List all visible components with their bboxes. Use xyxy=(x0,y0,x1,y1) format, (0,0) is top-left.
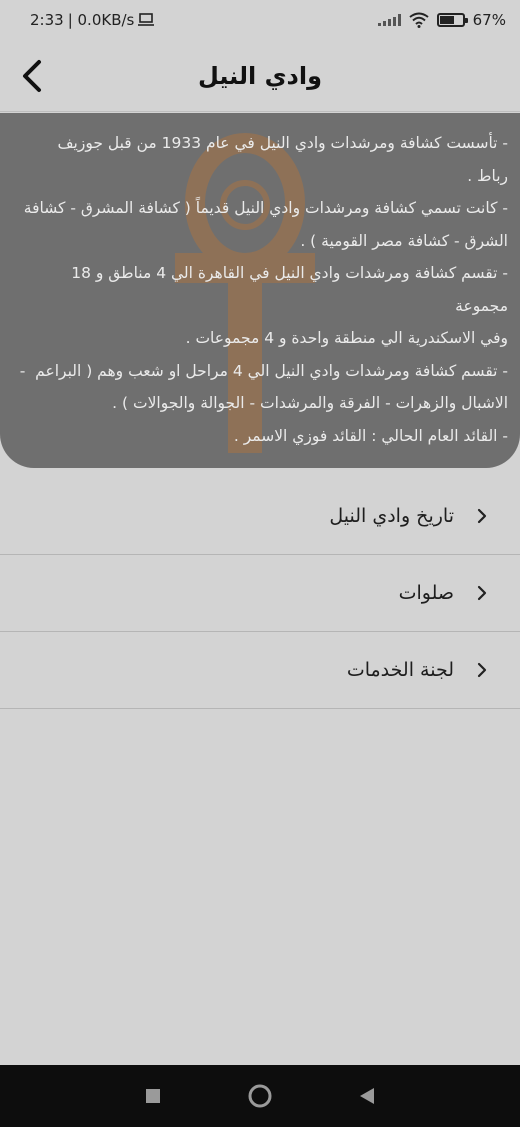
back-button[interactable] xyxy=(10,52,54,100)
chevron-left-icon xyxy=(23,60,41,92)
square-icon xyxy=(146,1089,161,1103)
signal-icon xyxy=(377,14,401,26)
menu-item-history[interactable]: تاريخ وادي النيل xyxy=(0,478,520,555)
menu-list: تاريخ وادي النيل صلوات لجنة الخدمات xyxy=(0,478,520,709)
triangle-icon xyxy=(359,1088,374,1104)
info-line: الشرق - كشافة مصر القومية ) . xyxy=(300,231,508,250)
info-line: - القائد العام الحالي : القائد فوزي الاس… xyxy=(233,426,508,445)
menu-item-label: صلوات xyxy=(398,582,454,604)
screen-icon xyxy=(138,13,155,26)
status-right: 67% xyxy=(377,11,506,29)
battery-level xyxy=(439,16,455,24)
battery-percent: 67% xyxy=(472,11,506,29)
home-button[interactable] xyxy=(240,1076,280,1116)
info-text: - تأسست كشافة ومرشدات وادي النيل في عام … xyxy=(0,113,520,452)
system-nav-bar xyxy=(0,1065,520,1127)
status-bar: 2:33 | 0.0KB/s 67% xyxy=(0,0,520,40)
status-time: 2:33 xyxy=(30,11,64,29)
chevron-right-icon xyxy=(476,507,490,525)
info-card: - تأسست كشافة ومرشدات وادي النيل في عام … xyxy=(0,113,520,468)
info-line: الاشبال والزهرات - الفرقة والمرشدات - ال… xyxy=(112,394,508,412)
chevron-right-icon xyxy=(476,661,490,679)
chevron-right-icon xyxy=(476,584,490,602)
recent-apps-button[interactable] xyxy=(133,1076,173,1116)
menu-item-prayers[interactable]: صلوات xyxy=(0,555,520,632)
menu-item-services[interactable]: لجنة الخدمات xyxy=(0,632,520,709)
info-line: - تقسم كشافة ومرشدات وادي النيل الي 4 مر… xyxy=(19,361,508,380)
system-back-button[interactable] xyxy=(347,1076,387,1116)
status-left: 2:33 | 0.0KB/s xyxy=(30,11,155,29)
menu-item-label: تاريخ وادي النيل xyxy=(329,505,454,527)
menu-item-label: لجنة الخدمات xyxy=(346,659,454,681)
circle-icon xyxy=(248,1084,272,1108)
info-line: وفي الاسكندرية الي منطقة واحدة و 4 مجموع… xyxy=(185,329,508,347)
battery-icon xyxy=(436,13,468,27)
info-line: رباط . xyxy=(467,166,508,185)
wifi-icon xyxy=(409,12,429,28)
info-line: - كانت تسمي كشافة ومرشدات وادي النيل قدي… xyxy=(23,199,508,217)
status-net-speed: | 0.0KB/s xyxy=(67,11,135,29)
info-line: - تقسم كشافة ومرشدات وادي النيل في القاه… xyxy=(66,264,508,315)
page-title: وادي النيل xyxy=(197,61,323,90)
app-bar: وادي النيل xyxy=(0,40,520,112)
info-line: - تأسست كشافة ومرشدات وادي النيل في عام … xyxy=(57,134,508,152)
